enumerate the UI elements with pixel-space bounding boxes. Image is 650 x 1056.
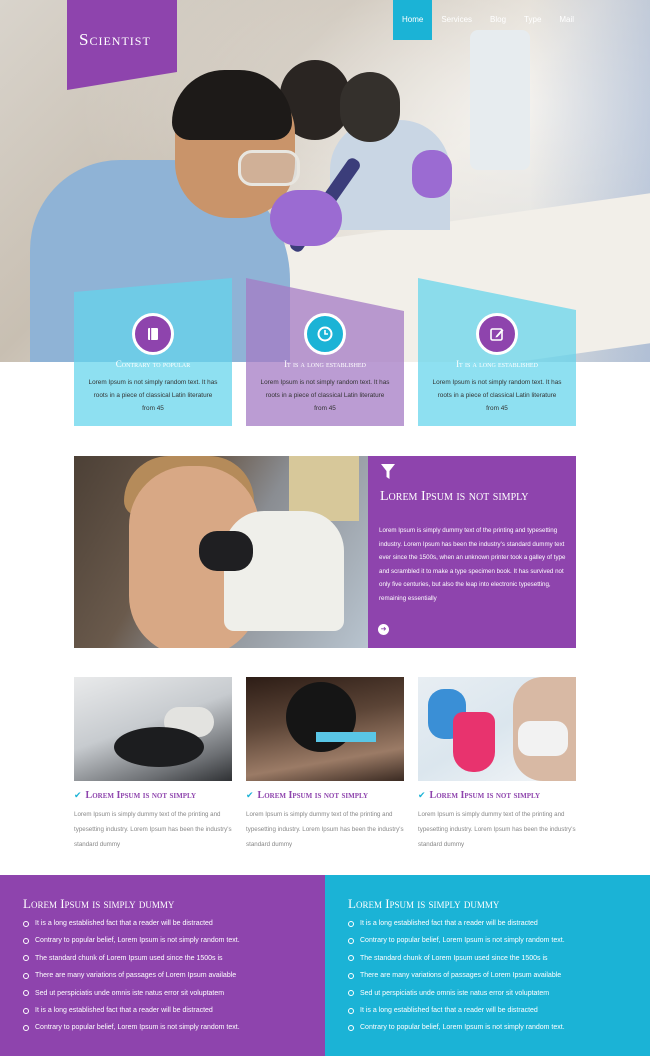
- card-title[interactable]: Lorem Ipsum is not simply: [86, 790, 197, 801]
- bullet-icon: [348, 920, 354, 927]
- card-text: Lorem Ipsum is simply dummy text of the …: [74, 811, 232, 848]
- bullet-icon: [348, 1025, 354, 1032]
- main-nav: Home Services Blog Type Mail: [393, 0, 583, 40]
- feature-title: It is a long established: [456, 359, 538, 369]
- bullet-icon: [23, 990, 29, 997]
- card-text: Lorem Ipsum is simply dummy text of the …: [418, 811, 576, 848]
- list-item[interactable]: The standard chunk of Lorem Ipsum used s…: [348, 950, 565, 967]
- nav-item-mail[interactable]: Mail: [550, 0, 583, 40]
- list-item[interactable]: Contrary to popular belief, Lorem Ipsum …: [23, 932, 240, 949]
- intro-text: Lorem Ipsum is simply dummy text of the …: [379, 527, 566, 602]
- check-icon: ✔: [418, 789, 426, 800]
- feature-box: It is a long established Lorem Ipsum is …: [246, 278, 404, 426]
- article-card: ✔ Lorem Ipsum is not simply Lorem Ipsum i…: [74, 677, 232, 852]
- edit-icon[interactable]: [476, 313, 518, 355]
- nav-item-blog[interactable]: Blog: [481, 0, 515, 40]
- footer-list-right: Lorem Ipsum is simply dummy It is a long…: [325, 875, 650, 1056]
- feature-title: Contrary to popular: [115, 359, 191, 369]
- footer-title: Lorem Ipsum is simply dummy: [23, 896, 175, 911]
- list-item[interactable]: It is a long established fact that a rea…: [348, 1002, 565, 1019]
- nav-item-type[interactable]: Type: [515, 0, 550, 40]
- bullet-icon: [23, 920, 29, 927]
- list-item[interactable]: There are many variations of passages of…: [23, 967, 240, 984]
- list-item[interactable]: It is a long established fact that a rea…: [23, 915, 240, 932]
- bullet-icon: [348, 938, 354, 945]
- list-item[interactable]: Contrary to popular belief, Lorem Ipsum …: [23, 1019, 240, 1036]
- feature-box: Contrary to popular Lorem Ipsum is not s…: [74, 278, 232, 426]
- feature-text: Lorem Ipsum is not simply random text. I…: [432, 379, 562, 412]
- check-icon: ✔: [74, 789, 82, 800]
- list-item[interactable]: The standard chunk of Lorem Ipsum used s…: [23, 950, 240, 967]
- bullet-icon: [23, 972, 29, 979]
- microscope-image[interactable]: [246, 677, 404, 781]
- list-item[interactable]: Sed ut perspiciatis unde omnis iste natu…: [348, 985, 565, 1002]
- book-icon[interactable]: [132, 313, 174, 355]
- article-card: ✔ Lorem Ipsum is not simply Lorem Ipsum i…: [418, 677, 576, 852]
- check-icon: ✔: [246, 789, 254, 800]
- intro-title: Lorem Ipsum is not simply: [380, 489, 529, 504]
- bullet-icon: [23, 1025, 29, 1032]
- card-title[interactable]: Lorem Ipsum is not simply: [258, 790, 369, 801]
- list-item[interactable]: Contrary to popular belief, Lorem Ipsum …: [348, 1019, 565, 1036]
- clock-icon[interactable]: [304, 313, 346, 355]
- bullet-icon: [348, 955, 354, 962]
- footer-list-left: Lorem Ipsum is simply dummy It is a long…: [0, 875, 325, 1056]
- logo-text: Scientist: [79, 30, 151, 49]
- bullet-icon: [23, 955, 29, 962]
- card-title[interactable]: Lorem Ipsum is not simply: [430, 790, 541, 801]
- lab-equipment-image[interactable]: [74, 677, 232, 781]
- bullet-icon: [23, 938, 29, 945]
- bullet-icon: [348, 972, 354, 979]
- article-card: ✔ Lorem Ipsum is not simply Lorem Ipsum i…: [246, 677, 404, 852]
- intro-panel: Lorem Ipsum is not simply Lorem Ipsum is…: [368, 456, 576, 648]
- flask-image[interactable]: [418, 677, 576, 781]
- list-item[interactable]: Sed ut perspiciatis unde omnis iste natu…: [23, 985, 240, 1002]
- bullet-icon: [348, 1007, 354, 1014]
- bullet-icon: [348, 990, 354, 997]
- list-item[interactable]: It is a long established fact that a rea…: [348, 915, 565, 932]
- nav-item-home[interactable]: Home: [393, 0, 433, 40]
- arrow-right-icon[interactable]: ➜: [378, 624, 389, 635]
- feature-box: It is a long established Lorem Ipsum is …: [418, 278, 576, 426]
- feature-title: It is a long established: [284, 359, 366, 369]
- list-item[interactable]: There are many variations of passages of…: [348, 967, 565, 984]
- bullet-icon: [23, 1007, 29, 1014]
- nav-item-services[interactable]: Services: [432, 0, 481, 40]
- feature-text: Lorem Ipsum is not simply random text. I…: [88, 379, 218, 412]
- list-item[interactable]: Contrary to popular belief, Lorem Ipsum …: [348, 932, 565, 949]
- footer-title: Lorem Ipsum is simply dummy: [348, 896, 500, 911]
- funnel-icon: [381, 464, 395, 479]
- feature-text: Lorem Ipsum is not simply random text. I…: [260, 379, 390, 412]
- scientist-microscope-image: [74, 456, 368, 648]
- list-item[interactable]: It is a long established fact that a rea…: [23, 1002, 240, 1019]
- card-text: Lorem Ipsum is simply dummy text of the …: [246, 811, 404, 848]
